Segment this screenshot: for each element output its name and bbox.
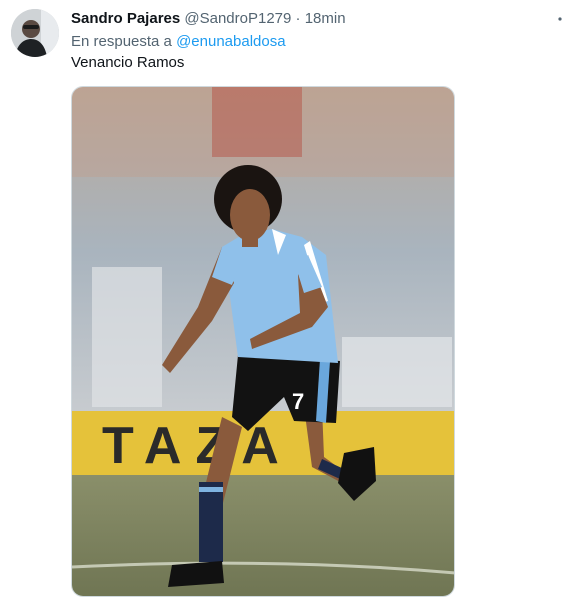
author-handle[interactable]: @SandroP1279 (184, 10, 291, 27)
more-dots-icon[interactable] (551, 10, 565, 28)
tweet-photo[interactable]: TAZA 7 (71, 86, 455, 597)
shirt-number: 7 (292, 389, 304, 414)
separator: · (295, 10, 301, 27)
tweet[interactable]: Sandro Pajares @SandroP1279 · 18min En r… (0, 0, 565, 603)
reply-mention-link[interactable]: @enunabaldosa (176, 33, 285, 50)
tweet-header: Sandro Pajares @SandroP1279 · 18min (71, 9, 525, 29)
author-name[interactable]: Sandro Pajares (71, 10, 180, 27)
timestamp[interactable]: 18min (305, 10, 346, 27)
reply-prefix: En respuesta a (71, 33, 172, 50)
tweet-text: Venancio Ramos (71, 54, 185, 71)
banner-text: TAZA (102, 417, 293, 475)
reply-context: En respuesta a @enunabaldosa (71, 32, 286, 52)
avatar[interactable] (11, 9, 59, 57)
